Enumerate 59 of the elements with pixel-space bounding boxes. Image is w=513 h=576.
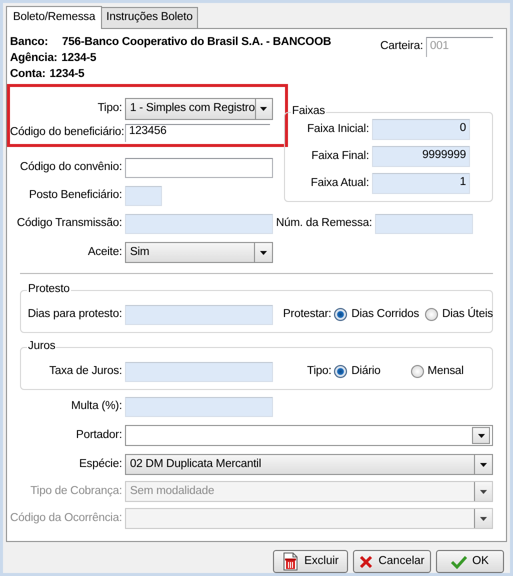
check-icon xyxy=(451,554,468,568)
tab[interactable]: Instruções Boleto xyxy=(101,7,198,28)
label: Dias para protesto: xyxy=(26,308,123,322)
radio-button[interactable]: Dias Corridos xyxy=(334,308,420,322)
label: Tipo: xyxy=(96,102,123,116)
dropdown[interactable]: Sim xyxy=(125,242,273,263)
close-icon xyxy=(359,554,374,568)
label: Multa (%): xyxy=(70,400,123,414)
caret-icon xyxy=(480,462,487,466)
label: Portador: xyxy=(75,428,123,442)
tab[interactable]: Boleto/Remessa xyxy=(6,6,102,29)
caret-icon xyxy=(260,107,268,111)
radio-button[interactable]: Mensal xyxy=(410,365,464,379)
input-field[interactable]: 1 xyxy=(372,173,470,194)
label: Código do convênio: xyxy=(18,161,123,175)
input-field[interactable] xyxy=(125,214,273,234)
label: Faixa Final: xyxy=(310,150,370,164)
label: Faixa Atual: xyxy=(310,176,370,190)
input-field[interactable]: 0 xyxy=(372,119,470,140)
button[interactable]: Cancelar xyxy=(353,550,431,573)
label: Código do beneficiário: xyxy=(10,126,125,140)
label: 1234-5 xyxy=(61,51,96,66)
label: Banco: xyxy=(10,35,50,50)
label: Agência: xyxy=(10,51,58,66)
label: Faixa Inicial: xyxy=(306,122,370,136)
trash-icon xyxy=(282,552,300,571)
label: 756-Banco Cooperativo do Brasil S.A. - BANCOOB xyxy=(62,35,332,50)
caret-icon xyxy=(480,490,487,494)
caret-icon xyxy=(480,516,487,520)
input-field[interactable] xyxy=(125,186,162,206)
button[interactable]: OK xyxy=(436,550,504,573)
input-field[interactable]: 123456 xyxy=(125,124,270,142)
button[interactable]: Excluir xyxy=(273,550,348,573)
label: Conta: xyxy=(10,67,46,82)
input-field[interactable] xyxy=(125,397,273,417)
label: Tipo: xyxy=(307,365,332,379)
label: Código Transmissão: xyxy=(16,217,123,231)
label: Carteira: xyxy=(380,39,424,54)
radio-button[interactable]: Diário xyxy=(334,365,381,379)
label: Protestar: xyxy=(283,308,332,322)
label: Taxa de Juros: xyxy=(48,365,123,379)
label: Tipo de Cobrança: xyxy=(29,484,123,498)
input-field[interactable] xyxy=(125,158,273,178)
label: Posto Beneficiário: xyxy=(28,189,123,203)
label: Núm. da Remessa: xyxy=(274,217,373,231)
label: 1234-5 xyxy=(50,67,84,82)
dropdown[interactable]: 02 DM Duplicata Mercantil xyxy=(125,454,493,475)
dropdown[interactable]: 1 - Simples com Registro xyxy=(125,98,273,120)
input-field[interactable]: 9999999 xyxy=(372,146,470,167)
input-field[interactable] xyxy=(125,362,273,382)
caret-icon xyxy=(478,434,484,438)
dropdown[interactable] xyxy=(125,425,493,446)
input-field[interactable] xyxy=(375,214,473,234)
label: Espécie: xyxy=(78,458,123,472)
label: Código da Ocorrência: xyxy=(9,512,123,526)
radio-button[interactable]: Dias Úteis xyxy=(425,308,493,322)
input-field[interactable] xyxy=(125,305,273,325)
caret-icon xyxy=(260,250,267,254)
label: Aceite: xyxy=(86,246,123,260)
